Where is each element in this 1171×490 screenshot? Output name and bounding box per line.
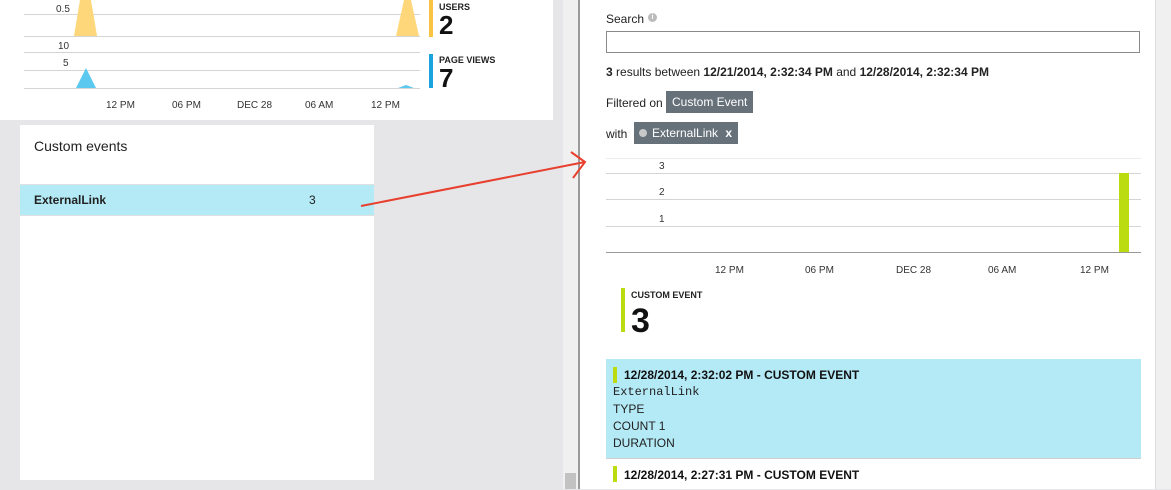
gridline bbox=[606, 199, 1141, 200]
custom-event-bar bbox=[1119, 173, 1129, 252]
result-item[interactable]: 12/28/2014, 2:32:02 PM - CUSTOM EVENT Ex… bbox=[606, 359, 1141, 458]
overview-series-svg bbox=[74, 0, 419, 88]
custom-event-name: ExternalLink bbox=[34, 193, 107, 207]
x-tick-label: 06 PM bbox=[172, 100, 201, 111]
y-tick-label: 3 bbox=[659, 161, 665, 172]
result-type: TYPE bbox=[613, 402, 645, 416]
overview-chart-panel: 0.5 10 5 12 PM 06 PM DEC 28 06 AM 12 PM … bbox=[0, 0, 553, 120]
y-tick-label: 1 bbox=[659, 214, 665, 225]
annotation-arrow-line bbox=[360, 161, 586, 207]
page-views-metric-bar bbox=[429, 54, 433, 88]
result-marker bbox=[613, 367, 617, 383]
filter-chip-custom-event[interactable]: Custom Event bbox=[666, 91, 754, 113]
gridline bbox=[606, 158, 1141, 159]
left-scrollbar-thumb[interactable] bbox=[565, 473, 576, 489]
result-count: COUNT 1 bbox=[613, 419, 666, 433]
page-views-series-peak bbox=[398, 85, 414, 88]
users-metric-bar bbox=[429, 0, 433, 37]
users-series-peak bbox=[74, 0, 97, 36]
custom-event-metric-title: CUSTOM EVENT bbox=[631, 290, 703, 300]
annotation-arrow bbox=[360, 151, 587, 207]
search-input[interactable] bbox=[606, 31, 1140, 53]
users-series-peak bbox=[396, 0, 419, 36]
result-title: 12/28/2014, 2:27:31 PM - CUSTOM EVENT bbox=[624, 468, 860, 482]
users-metric-value: 2 bbox=[439, 10, 454, 40]
filter-chip-externallink[interactable]: ExternalLink x bbox=[634, 122, 738, 144]
results-end-date: 12/28/2014, 2:32:34 PM bbox=[859, 65, 989, 79]
x-tick-label: DEC 28 bbox=[237, 100, 273, 111]
filter-chip-label: ExternalLink bbox=[652, 126, 719, 140]
custom-event-metric-bar bbox=[621, 288, 625, 332]
result-name: ExternalLink bbox=[613, 385, 700, 399]
left-scrollbar[interactable] bbox=[563, 0, 578, 489]
x-tick-label: 06 AM bbox=[305, 100, 334, 111]
x-tick-label: 06 PM bbox=[805, 265, 834, 276]
custom-event-metric-value: 3 bbox=[631, 302, 650, 340]
gridline bbox=[606, 173, 1141, 174]
x-axis bbox=[606, 252, 1141, 253]
x-tick-label: 12 PM bbox=[371, 100, 400, 111]
with-label: with bbox=[606, 127, 628, 141]
info-icon[interactable]: i bbox=[648, 13, 657, 22]
gridline bbox=[606, 226, 1141, 227]
custom-events-title: Custom events bbox=[34, 138, 128, 154]
results-count: 3 bbox=[606, 65, 613, 79]
x-tick-label: 12 PM bbox=[715, 265, 744, 276]
custom-event-chart: 3 2 1 bbox=[606, 158, 1141, 260]
filtered-on-label: Filtered on bbox=[606, 96, 663, 110]
page-views-series-peak bbox=[76, 68, 96, 88]
x-tick-label: 12 PM bbox=[1080, 265, 1109, 276]
results-start-date: 12/21/2014, 2:32:34 PM bbox=[703, 65, 833, 79]
y-tick-label: 2 bbox=[659, 187, 665, 198]
right-scrollbar[interactable] bbox=[1155, 0, 1171, 489]
divider bbox=[20, 215, 374, 216]
results-summary: 3 results between 12/21/2014, 2:32:34 PM… bbox=[606, 65, 989, 79]
custom-events-panel: Custom events ExternalLink 3 bbox=[20, 125, 374, 480]
close-icon[interactable]: x bbox=[725, 122, 732, 144]
custom-event-count: 3 bbox=[309, 193, 316, 207]
results-and-text: and bbox=[836, 65, 857, 79]
x-tick-label: 06 AM bbox=[988, 265, 1017, 276]
result-title: 12/28/2014, 2:32:02 PM - CUSTOM EVENT bbox=[624, 368, 860, 382]
custom-event-row-externallink[interactable]: ExternalLink 3 bbox=[20, 185, 374, 215]
result-marker bbox=[613, 466, 617, 482]
results-between-text: results between bbox=[616, 65, 701, 79]
x-tick-label: DEC 28 bbox=[896, 265, 932, 276]
result-duration: DURATION bbox=[613, 436, 675, 450]
search-label: Search bbox=[606, 12, 645, 26]
x-tick-label: 12 PM bbox=[106, 100, 135, 111]
result-item[interactable]: 12/28/2014, 2:27:31 PM - CUSTOM EVENT bbox=[606, 458, 1141, 490]
page-views-metric-value: 7 bbox=[439, 63, 454, 93]
bullet-icon bbox=[639, 129, 647, 137]
